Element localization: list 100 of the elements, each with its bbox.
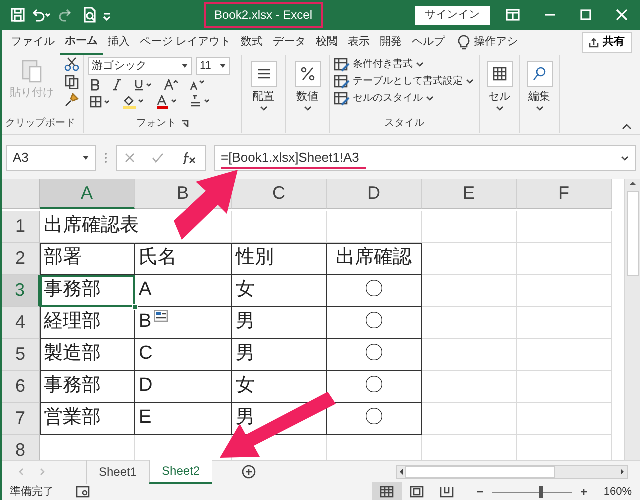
close-icon[interactable] [616, 9, 628, 21]
bold-icon[interactable] [90, 79, 100, 91]
ribbon-tab[interactable]: 校閲 [311, 31, 344, 54]
column-header[interactable]: E [422, 179, 517, 209]
print-preview-icon[interactable] [82, 7, 98, 23]
scroll-thumb[interactable] [626, 191, 638, 276]
italic-icon[interactable] [112, 79, 122, 91]
ribbon-tab[interactable]: 開発 [375, 31, 408, 54]
new-sheet-icon[interactable] [242, 464, 256, 478]
cell-styles-icon [334, 92, 350, 106]
caret-icon [536, 106, 544, 110]
cells-icon [492, 66, 508, 82]
undo-icon[interactable] [30, 7, 52, 23]
table-cell: 出席確認 [327, 243, 422, 275]
table-cell: 〇 [327, 339, 422, 371]
table-cell: 〇 [327, 275, 422, 307]
row-header[interactable]: 7 [2, 403, 40, 435]
column-header[interactable]: C [232, 179, 327, 209]
sheet-tab[interactable]: Sheet2 [149, 460, 212, 484]
caret-icon [466, 79, 474, 84]
lightbulb-icon[interactable] [458, 34, 470, 50]
column-header[interactable]: A [40, 179, 135, 209]
share-button[interactable]: 共有 [582, 32, 632, 53]
row-header[interactable]: 6 [2, 371, 40, 403]
font-name-field[interactable]: 游ゴシック [88, 57, 192, 75]
table-cell: 経理部 [40, 307, 135, 339]
font-shrink-icon[interactable] [190, 79, 204, 91]
ribbon-tab[interactable]: データ [268, 31, 312, 54]
table-cell: 製造部 [40, 339, 135, 371]
column-header[interactable]: D [327, 179, 422, 209]
table-cell: D [135, 371, 232, 403]
share-icon [589, 38, 599, 48]
table-cell: 男 [232, 307, 327, 339]
tell-me-field[interactable]: 操作アシ [474, 34, 518, 51]
row-header[interactable]: 3 [2, 275, 40, 307]
format-painter-icon[interactable] [64, 93, 80, 107]
ribbon-menu-item[interactable]: 条件付き書式 [334, 57, 475, 72]
dropdown-icon [182, 64, 188, 68]
normal-view-icon[interactable] [380, 486, 394, 498]
scroll-thumb[interactable] [405, 466, 555, 478]
font-size-field[interactable]: 11 [196, 57, 230, 75]
zoom-level[interactable]: 160% [604, 484, 632, 500]
ribbon-button[interactable]: 配置 [246, 61, 280, 131]
ribbon-menu-item[interactable]: テーブルとして書式設定 [334, 74, 475, 89]
phonetic-icon[interactable] [190, 95, 210, 109]
annotation-arrow [174, 170, 238, 240]
table-cell: 事務部 [40, 371, 135, 403]
dialog-launcher-icon[interactable] [180, 120, 188, 128]
percent-icon [300, 66, 316, 82]
row-header[interactable]: 8 [2, 435, 40, 460]
ribbon-tab[interactable]: ヘルプ [407, 31, 450, 54]
group-label: スタイル [384, 117, 424, 131]
formula-field[interactable]: =[Book1.xlsx]Sheet1!A3 [214, 145, 636, 171]
table-cell: 事務部 [40, 275, 135, 307]
page-layout-icon[interactable] [410, 486, 424, 498]
table-cell: A [135, 275, 232, 307]
row-header[interactable]: 5 [2, 339, 40, 371]
window-title: Book2.xlsx - Excel [214, 8, 313, 22]
name-box[interactable]: A3 [6, 145, 96, 171]
ribbon-menu-item[interactable]: セルのスタイル [334, 91, 475, 106]
maximize-icon[interactable] [580, 9, 592, 21]
caret-icon [260, 106, 268, 110]
caret-icon [496, 106, 504, 110]
group-label: クリップボード [6, 116, 76, 131]
fill-color-icon[interactable] [122, 95, 144, 109]
ribbon-tab[interactable]: 表示 [343, 31, 376, 54]
status-text: 準備完了 [10, 484, 54, 500]
cut-icon[interactable] [64, 57, 80, 71]
ribbon-tab[interactable]: ファイル [6, 31, 60, 54]
collapse-icon[interactable] [622, 124, 632, 130]
ribbon-display-icon[interactable] [506, 9, 520, 21]
ribbon-tab[interactable]: ページ レイアウト [135, 31, 236, 54]
font-color-icon[interactable] [156, 95, 178, 109]
paste-options-icon[interactable] [154, 310, 168, 322]
font-grow-icon[interactable] [164, 79, 178, 91]
page-break-icon[interactable] [440, 486, 454, 498]
borders-icon[interactable] [90, 96, 110, 108]
zoom-in-icon[interactable] [580, 488, 588, 496]
ribbon-tab[interactable]: 数式 [236, 31, 268, 54]
table-cell: 営業部 [40, 403, 135, 435]
ribbon-button[interactable]: セル [482, 61, 516, 131]
ribbon-button[interactable]: 編集 [522, 61, 556, 131]
ribbon-tab[interactable]: 挿入 [103, 31, 135, 54]
scroll-right-icon[interactable] [619, 466, 627, 476]
table-cell: 氏名 [135, 243, 232, 275]
macro-record-icon[interactable] [76, 486, 90, 498]
caret-icon [426, 96, 434, 101]
underline-icon[interactable] [134, 79, 152, 91]
table-cell: 〇 [327, 307, 422, 339]
row-header[interactable]: 4 [2, 307, 40, 339]
search-icon [532, 66, 548, 82]
save-icon[interactable] [10, 7, 26, 23]
column-header[interactable]: F [517, 179, 612, 209]
dropdown-icon [220, 64, 226, 68]
insert-function-icon[interactable] [180, 152, 197, 164]
row-header[interactable]: 2 [2, 243, 40, 275]
row-header[interactable]: 1 [2, 211, 40, 243]
copy-icon[interactable] [64, 75, 80, 89]
sign-in-button[interactable]: サインイン [415, 6, 490, 24]
ribbon-button[interactable]: 数値 [290, 61, 324, 131]
